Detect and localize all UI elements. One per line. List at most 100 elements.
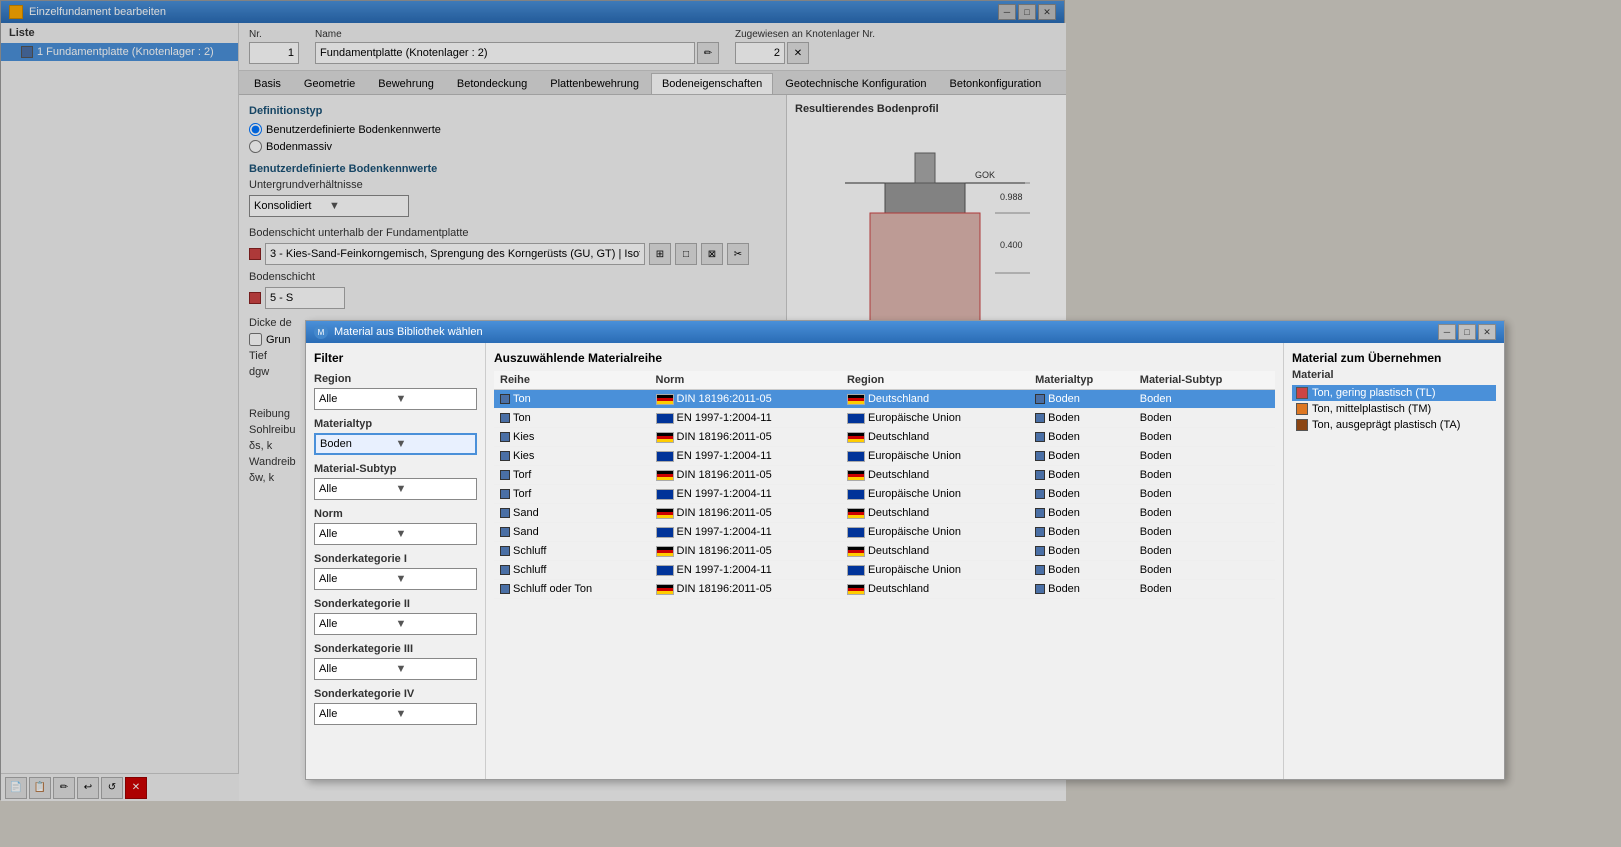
cell-reihe: Kies bbox=[494, 428, 650, 447]
filter-sonderkategorieI-label: Sonderkategorie I bbox=[314, 553, 477, 565]
table-row[interactable]: Torf DIN 18196:2011-05 Deutschland Boden… bbox=[494, 466, 1275, 485]
cell-norm: DIN 18196:2011-05 bbox=[650, 428, 841, 447]
cell-subtyp: Boden bbox=[1134, 447, 1275, 466]
table-row[interactable]: Sand DIN 18196:2011-05 Deutschland Boden… bbox=[494, 504, 1275, 523]
table-row[interactable]: Schluff oder Ton DIN 18196:2011-05 Deuts… bbox=[494, 580, 1275, 599]
cell-subtyp: Boden bbox=[1134, 466, 1275, 485]
cell-reihe: Sand bbox=[494, 523, 650, 542]
table-row[interactable]: Torf EN 1997-1:2004-11 Europäische Union… bbox=[494, 485, 1275, 504]
cell-subtyp: Boden bbox=[1134, 504, 1275, 523]
filter-region-value: Alle bbox=[319, 393, 396, 405]
cell-reihe: Schluff oder Ton bbox=[494, 580, 650, 599]
dialog-controls: ─ □ ✕ bbox=[1438, 324, 1496, 340]
mat-item-label: Ton, mittelplastisch (TM) bbox=[1312, 403, 1431, 415]
filter-sonderkategorieI-group: Sonderkategorie I Alle ▼ bbox=[314, 553, 477, 590]
filter-sonderkategorieIV-value: Alle bbox=[319, 708, 396, 720]
uebernehmen-items: Ton, gering plastisch (TL) Ton, mittelpla… bbox=[1292, 385, 1496, 433]
col-subtyp: Material-Subtyp bbox=[1134, 371, 1275, 390]
filter-panel: Filter Region Alle ▼ Materialtyp Boden ▼… bbox=[306, 343, 486, 779]
filter-materialtyp-dropdown[interactable]: Boden ▼ bbox=[314, 433, 477, 455]
table-row[interactable]: Ton EN 1997-1:2004-11 Europäische Union … bbox=[494, 409, 1275, 428]
cell-norm: DIN 18196:2011-05 bbox=[650, 542, 841, 561]
cell-region: Europäische Union bbox=[841, 447, 1029, 466]
cell-norm: EN 1997-1:2004-11 bbox=[650, 485, 841, 504]
materialreihe-title: Auszuwählende Materialreihe bbox=[494, 351, 1275, 365]
material-sub-label: Material bbox=[1292, 369, 1496, 381]
cell-materialtyp: Boden bbox=[1029, 580, 1134, 599]
uebernehmen-item[interactable]: Ton, gering plastisch (TL) bbox=[1292, 385, 1496, 401]
filter-sonderkategorieII-dropdown[interactable]: Alle ▼ bbox=[314, 613, 477, 635]
col-reihe: Reihe bbox=[494, 371, 650, 390]
col-materialtyp: Materialtyp bbox=[1029, 371, 1134, 390]
table-header-row: Reihe Norm Region Materialtyp Material-S… bbox=[494, 371, 1275, 390]
filter-sonderkategorieIV-dropdown[interactable]: Alle ▼ bbox=[314, 703, 477, 725]
filter-sonderkategorieI-dropdown[interactable]: Alle ▼ bbox=[314, 568, 477, 590]
filter-sonderkategorieIV-label: Sonderkategorie IV bbox=[314, 688, 477, 700]
cell-norm: EN 1997-1:2004-11 bbox=[650, 523, 841, 542]
uebernehmen-item[interactable]: Ton, mittelplastisch (TM) bbox=[1292, 401, 1496, 417]
filter-sonderkategorieIII-value: Alle bbox=[319, 663, 396, 675]
filter-sonderkategorieII-group: Sonderkategorie II Alle ▼ bbox=[314, 598, 477, 635]
filter-sonderkategorieIII-dropdown[interactable]: Alle ▼ bbox=[314, 658, 477, 680]
cell-subtyp: Boden bbox=[1134, 390, 1275, 409]
dialog-titlebar: M Material aus Bibliothek wählen ─ □ ✕ bbox=[306, 321, 1504, 343]
filter-norm-label: Norm bbox=[314, 508, 477, 520]
dialog-body: Filter Region Alle ▼ Materialtyp Boden ▼… bbox=[306, 343, 1504, 779]
dialog-maximize[interactable]: □ bbox=[1458, 324, 1476, 340]
filter-sonderkategorieI-value: Alle bbox=[319, 573, 396, 585]
table-row[interactable]: Schluff DIN 18196:2011-05 Deutschland Bo… bbox=[494, 542, 1275, 561]
table-row[interactable]: Sand EN 1997-1:2004-11 Europäische Union… bbox=[494, 523, 1275, 542]
filter-region-arrow: ▼ bbox=[396, 393, 473, 405]
filter-sonderkategorieII-value: Alle bbox=[319, 618, 396, 630]
table-row[interactable]: Ton DIN 18196:2011-05 Deutschland Boden … bbox=[494, 390, 1275, 409]
cell-region: Deutschland bbox=[841, 542, 1029, 561]
cell-norm: DIN 18196:2011-05 bbox=[650, 504, 841, 523]
filter-sonderkategorieIII-label: Sonderkategorie III bbox=[314, 643, 477, 655]
cell-materialtyp: Boden bbox=[1029, 561, 1134, 580]
filter-sonderkategorieIV-group: Sonderkategorie IV Alle ▼ bbox=[314, 688, 477, 725]
cell-materialtyp: Boden bbox=[1029, 466, 1134, 485]
material-dialog: M Material aus Bibliothek wählen ─ □ ✕ F… bbox=[305, 320, 1505, 780]
filter-region-dropdown[interactable]: Alle ▼ bbox=[314, 388, 477, 410]
cell-reihe: Kies bbox=[494, 447, 650, 466]
filter-subtyp-label: Material-Subtyp bbox=[314, 463, 477, 475]
mat-color-icon bbox=[1296, 419, 1308, 431]
cell-region: Europäische Union bbox=[841, 561, 1029, 580]
cell-region: Deutschland bbox=[841, 390, 1029, 409]
filter-materialtyp-value: Boden bbox=[320, 438, 396, 450]
cell-region: Deutschland bbox=[841, 580, 1029, 599]
cell-region: Deutschland bbox=[841, 466, 1029, 485]
filter-sonderkategorieIII-arrow: ▼ bbox=[396, 663, 473, 675]
filter-title: Filter bbox=[314, 351, 477, 365]
cell-norm: DIN 18196:2011-05 bbox=[650, 580, 841, 599]
table-row[interactable]: Kies DIN 18196:2011-05 Deutschland Boden… bbox=[494, 428, 1275, 447]
cell-reihe: Torf bbox=[494, 466, 650, 485]
cell-reihe: Ton bbox=[494, 390, 650, 409]
filter-subtyp-arrow: ▼ bbox=[396, 483, 473, 495]
mat-item-label: Ton, gering plastisch (TL) bbox=[1312, 387, 1436, 399]
dialog-title: Material aus Bibliothek wählen bbox=[334, 326, 483, 338]
col-norm: Norm bbox=[650, 371, 841, 390]
col-region: Region bbox=[841, 371, 1029, 390]
materialreihe-tbody: Ton DIN 18196:2011-05 Deutschland Boden … bbox=[494, 390, 1275, 599]
dialog-minimize[interactable]: ─ bbox=[1438, 324, 1456, 340]
mat-color-icon bbox=[1296, 387, 1308, 399]
cell-subtyp: Boden bbox=[1134, 523, 1275, 542]
filter-norm-dropdown[interactable]: Alle ▼ bbox=[314, 523, 477, 545]
uebernehmen-item[interactable]: Ton, ausgeprägt plastisch (TA) bbox=[1292, 417, 1496, 433]
cell-materialtyp: Boden bbox=[1029, 390, 1134, 409]
cell-norm: DIN 18196:2011-05 bbox=[650, 390, 841, 409]
filter-subtyp-group: Material-Subtyp Alle ▼ bbox=[314, 463, 477, 500]
cell-materialtyp: Boden bbox=[1029, 485, 1134, 504]
cell-norm: EN 1997-1:2004-11 bbox=[650, 447, 841, 466]
filter-sonderkategorieIII-group: Sonderkategorie III Alle ▼ bbox=[314, 643, 477, 680]
filter-subtyp-value: Alle bbox=[319, 483, 396, 495]
cell-region: Europäische Union bbox=[841, 485, 1029, 504]
table-row[interactable]: Kies EN 1997-1:2004-11 Europäische Union… bbox=[494, 447, 1275, 466]
cell-norm: EN 1997-1:2004-11 bbox=[650, 561, 841, 580]
uebernehmen-title: Material zum Übernehmen bbox=[1292, 351, 1496, 365]
filter-materialtyp-label: Materialtyp bbox=[314, 418, 477, 430]
dialog-close[interactable]: ✕ bbox=[1478, 324, 1496, 340]
filter-subtyp-dropdown[interactable]: Alle ▼ bbox=[314, 478, 477, 500]
table-row[interactable]: Schluff EN 1997-1:2004-11 Europäische Un… bbox=[494, 561, 1275, 580]
